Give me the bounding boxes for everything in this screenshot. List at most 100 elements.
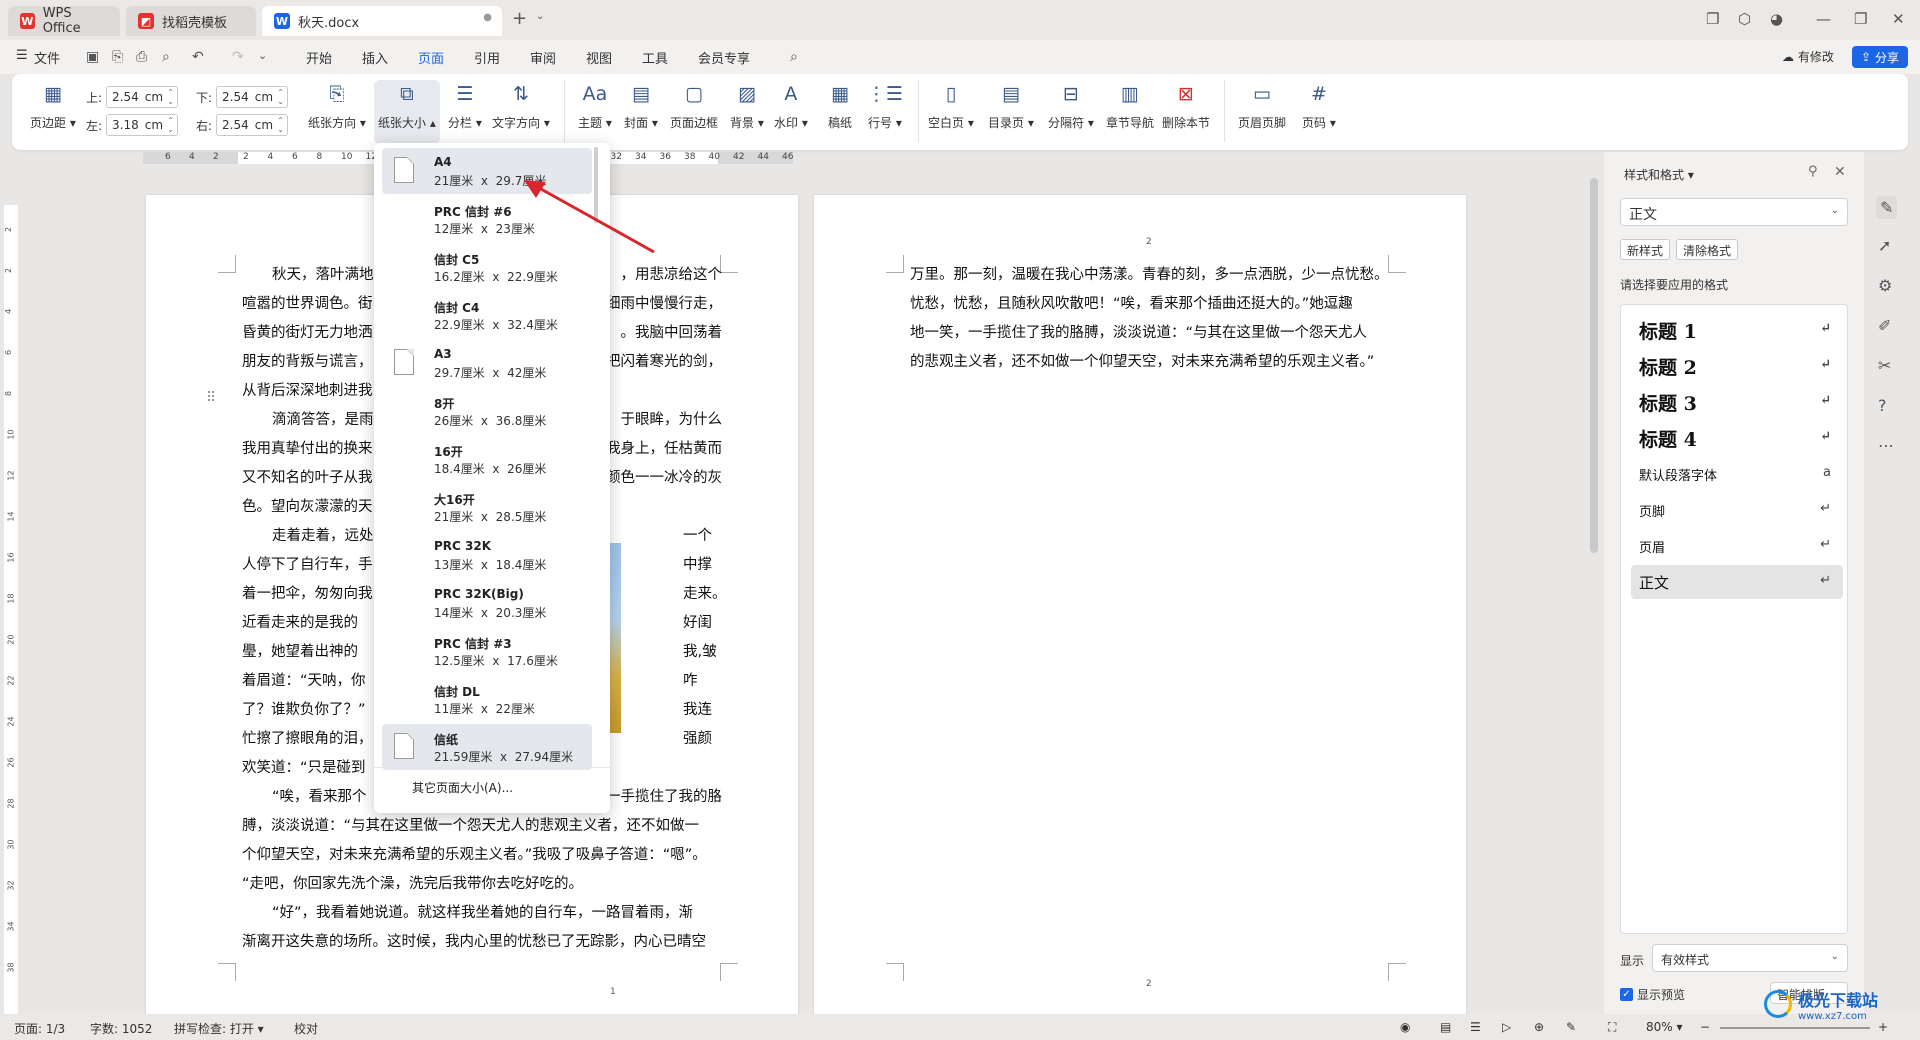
undo-icon[interactable]: ↶ — [192, 49, 204, 65]
style-item[interactable]: 页眉 ↵ — [1631, 529, 1843, 563]
manuscript-button[interactable]: ▦ 稿纸 — [826, 80, 854, 131]
margin-right-input[interactable]: 2.54 cm — [216, 114, 289, 136]
delete-section-button[interactable]: ⊠ 删除本节 — [1162, 80, 1210, 131]
tab-wps-office[interactable]: W WPS Office — [8, 6, 120, 36]
margin-left-input[interactable]: 3.18 cm — [106, 114, 179, 136]
paper-size-option[interactable]: PRC 32K(Big) 14厘米 x 20.3厘米 — [382, 580, 592, 626]
settings-slider-icon[interactable]: ⚙ — [1878, 276, 1892, 295]
cover-button[interactable]: ▤ 封面 ▾ — [624, 80, 658, 131]
unsaved-dot-icon[interactable]: ● — [483, 12, 492, 23]
header-footer-button[interactable]: ▭ 页眉页脚 — [1238, 80, 1286, 131]
style-item[interactable]: 正文 ↵ — [1631, 565, 1843, 599]
cube-icon[interactable]: ⬡ — [1738, 10, 1751, 28]
word-count[interactable]: 字数: 1052 — [90, 1020, 152, 1037]
revise-indicator[interactable]: ☁ 有修改 — [1782, 48, 1834, 65]
paper-size-option[interactable]: 信纸 21.59厘米 x 27.94厘米 — [382, 724, 592, 770]
blank-page-button[interactable]: ▯ 空白页 ▾ — [928, 80, 974, 131]
eye-icon[interactable]: ◉ — [1400, 1020, 1410, 1034]
minimize-icon[interactable]: — — [1816, 10, 1831, 28]
current-style-select[interactable]: 正文 ⌄ — [1620, 198, 1848, 226]
more-chevron-icon[interactable]: ⌄ — [258, 49, 267, 62]
zoom-slider[interactable] — [1720, 1027, 1870, 1029]
preview-checkbox[interactable]: ✓ — [1620, 988, 1633, 1001]
style-item[interactable]: 默认段落字体 a — [1631, 457, 1843, 491]
page-border-button[interactable]: ▢ 页面边框 — [670, 80, 718, 131]
style-item[interactable]: 页脚 ↵ — [1631, 493, 1843, 527]
tools-icon[interactable]: ✂ — [1878, 356, 1891, 375]
maximize-icon[interactable]: ❐ — [1854, 10, 1867, 28]
more-icon[interactable]: ⋯ — [1878, 436, 1894, 455]
select-cursor-icon[interactable]: ➚ — [1878, 236, 1891, 255]
pin-icon[interactable]: ⚲ — [1808, 164, 1818, 179]
menu-view[interactable]: 视图 — [586, 48, 612, 67]
spell-check-toggle[interactable]: 拼写检查: 打开 ▾ — [174, 1020, 264, 1037]
section-nav-button[interactable]: ▥ 章节导航 — [1106, 80, 1154, 131]
close-window-icon[interactable]: ✕ — [1892, 10, 1905, 28]
new-tab-icon[interactable]: + — [512, 8, 527, 29]
paper-size-option[interactable]: 信封 DL 11厘米 x 22厘米 — [382, 676, 592, 722]
document-page-2[interactable]: 2 2 万里。那一刻，温暖在我心中荡漾。青春的刻，多一点洒脱，少一点忧愁。 忧愁，… — [814, 195, 1466, 1025]
new-style-button[interactable]: 新样式 — [1620, 239, 1671, 260]
vertical-scrollbar-thumb[interactable] — [1590, 178, 1598, 553]
margins-button[interactable]: ▦ 页边距 ▾ — [30, 80, 76, 131]
web-view-icon[interactable]: ⊕ — [1534, 1020, 1544, 1034]
text-direction-button[interactable]: ⇅ 文字方向 ▾ — [492, 80, 550, 131]
clear-format-button[interactable]: 清除格式 — [1676, 239, 1739, 260]
share-button[interactable]: ⇪ 分享 — [1852, 46, 1908, 68]
menu-home[interactable]: 开始 — [306, 48, 332, 67]
tab-template[interactable]: ◩ 找稻壳模板 — [126, 6, 256, 36]
orientation-button[interactable]: ⎘ 纸张方向 ▾ — [308, 80, 366, 131]
tab-document[interactable]: W 秋天.docx ● — [262, 6, 502, 36]
paper-size-option[interactable]: 大16开 21厘米 x 28.5厘米 — [382, 484, 592, 530]
menu-references[interactable]: 引用 — [474, 48, 500, 67]
style-item[interactable]: 标题 4 ↵ — [1631, 421, 1843, 455]
paper-size-button[interactable]: ⧉ 纸张大小 ▴ — [374, 80, 440, 144]
show-filter-select[interactable]: 有效样式 ⌄ — [1652, 944, 1848, 972]
paper-size-option[interactable]: 8开 26厘米 x 36.8厘米 — [382, 388, 592, 434]
margin-top-input[interactable]: 2.54 cm — [106, 86, 179, 108]
style-item[interactable]: 标题 3 ↵ — [1631, 385, 1843, 419]
toc-page-button[interactable]: ▤ 目录页 ▾ — [988, 80, 1034, 131]
tab-menu-chevron-icon[interactable]: ⌄ — [536, 11, 544, 22]
columns-button[interactable]: ☰ 分栏 ▾ — [448, 80, 482, 131]
background-button[interactable]: ▨ 背景 ▾ — [730, 80, 764, 131]
fit-page-icon[interactable]: ⛶ — [1608, 1020, 1616, 1035]
style-item[interactable]: 标题 2 ↵ — [1631, 349, 1843, 383]
theme-button[interactable]: Aa 主题 ▾ — [578, 80, 612, 131]
separator-button[interactable]: ⊟ 分隔符 ▾ — [1048, 80, 1094, 131]
save-icon[interactable]: ▣ — [86, 49, 99, 65]
paper-size-option[interactable]: PRC 信封 #3 12.5厘米 x 17.6厘米 — [382, 628, 592, 674]
line-number-button[interactable]: ⋮☰ 行号 ▾ — [867, 80, 903, 131]
play-icon[interactable]: ▷ — [1502, 1020, 1511, 1034]
style-item[interactable]: 标题 1 ↵ — [1631, 313, 1843, 347]
close-panel-icon[interactable]: ✕ — [1834, 164, 1846, 180]
paper-size-option[interactable]: PRC 32K 13厘米 x 18.4厘米 — [382, 532, 592, 578]
redo-icon[interactable]: ↷ — [232, 49, 244, 65]
paper-size-option[interactable]: A3 29.7厘米 x 42厘米 — [382, 340, 592, 386]
page-view-icon[interactable]: ▤ — [1440, 1020, 1451, 1034]
export-icon[interactable]: ⎘ — [112, 49, 123, 65]
proofread-button[interactable]: 校对 — [294, 1020, 318, 1037]
page-number-button[interactable]: # 页码 ▾ — [1302, 80, 1336, 131]
paper-size-option[interactable]: 信封 C4 22.9厘米 x 32.4厘米 — [382, 292, 592, 338]
edit-box-icon[interactable]: ✐ — [1878, 316, 1891, 335]
avatar[interactable]: ◕ — [1770, 10, 1783, 28]
zoom-out-icon[interactable]: − — [1700, 1020, 1710, 1034]
margin-bottom-input[interactable]: 2.54 cm — [216, 86, 289, 108]
print-icon[interactable]: ⎙ — [136, 49, 147, 65]
outline-view-icon[interactable]: ☰ — [1470, 1020, 1481, 1034]
vertical-ruler[interactable]: 2 2 4 6 8 10 12 14 16 18 20 22 24 26 28 30 32 34 38 — [4, 205, 18, 1015]
window-icon[interactable]: ❐ — [1706, 10, 1719, 28]
preview-checkbox-row[interactable]: ✓ 显示预览 — [1620, 986, 1685, 1003]
menu-member[interactable]: 会员专享 — [698, 48, 750, 67]
watermark-button[interactable]: A 水印 ▾ — [774, 80, 808, 131]
search-icon[interactable]: ⌕ — [790, 49, 798, 65]
menu-review[interactable]: 审阅 — [530, 48, 556, 67]
page-indicator[interactable]: 页面: 1/3 — [14, 1020, 65, 1037]
drag-handle-icon[interactable]: ⠿ — [206, 390, 216, 406]
paper-size-option[interactable]: 16开 18.4厘米 x 26厘米 — [382, 436, 592, 482]
more-page-sizes-link[interactable]: 其它页面大小(A)... — [412, 779, 513, 796]
menu-insert[interactable]: 插入 — [362, 48, 388, 67]
menu-page[interactable]: 页面 — [418, 48, 445, 76]
menu-tools[interactable]: 工具 — [642, 48, 668, 67]
